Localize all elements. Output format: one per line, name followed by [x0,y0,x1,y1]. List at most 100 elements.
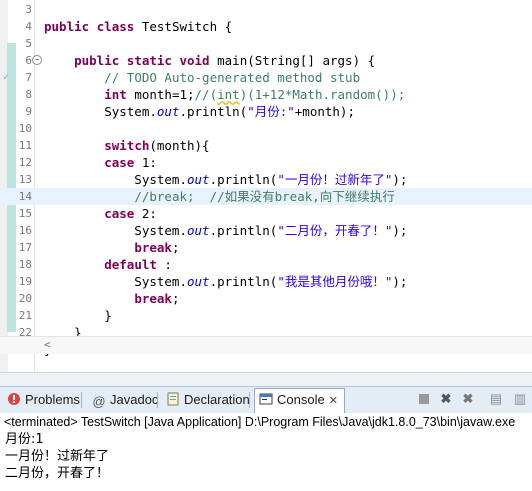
code-line[interactable]: 20 break; [0,290,532,307]
code-token: .println( [179,104,248,119]
remove-all-terminated-icon[interactable]: ✖ [460,391,476,407]
close-tab-icon[interactable]: ✕ [329,395,338,407]
code-text: public static void main(String[] args) { [44,52,375,69]
code-token: out [156,104,180,119]
code-token: out [187,223,210,238]
line-number: 11 [18,139,32,152]
code-token: //break; //如果没有break,向下继续执行 [134,189,395,204]
editor-panel-separator[interactable] [0,372,532,387]
show-console-icon[interactable]: ▥ [512,391,528,407]
code-token: 2: [134,206,157,221]
code-line[interactable]: 9 System.out.println("月份:"+month); [0,103,532,120]
code-token: (month){ [149,138,210,153]
code-token: ); [392,274,408,289]
code-line[interactable]: 6 public static void main(String[] args)… [0,52,532,69]
code-line[interactable]: 10 [0,120,532,137]
problems-icon [8,393,20,405]
tab-declaration[interactable]: Declaration [162,389,254,411]
code-line[interactable]: 16 System.out.println("二月份，开春了！"); [0,222,532,239]
code-token: TestSwitch { [134,19,233,34]
code-line[interactable]: 18 default : [0,256,532,273]
code-text: System.out.println("月份:"+month); [44,103,355,120]
code-line[interactable]: 12 case 1: [0,154,532,171]
code-line[interactable]: 4 public class TestSwitch { [0,18,532,35]
collapse-icon[interactable]: − [32,55,42,65]
horizontal-scrollbar[interactable]: < [0,336,532,354]
console-output-line: 月份:1 [5,432,44,447]
code-text: System.out.println("二月份，开春了！"); [44,222,407,239]
code-text: switch(month){ [44,137,210,154]
code-token: break [134,291,172,306]
line-number: 8 [25,88,32,101]
code-token: main(String[] args) { [209,53,376,68]
code-token: static [126,53,172,68]
code-token: case [104,155,135,170]
line-number: 6 [25,54,32,67]
scroll-left-icon[interactable]: < [44,338,51,351]
code-token: +month); [294,104,355,119]
code-token: switch [104,138,150,153]
code-text: //break; //如果没有break,向下继续执行 [44,188,395,205]
line-number: 19 [18,275,32,288]
code-token: default [104,257,157,272]
tab-problems[interactable]: Problems [3,389,84,411]
tab-console[interactable]: Console ✕ [254,388,345,414]
tab-declaration-label: Declaration [184,392,250,407]
task-marker-icon[interactable]: ✓ [3,69,9,86]
code-line[interactable]: 3 [0,1,532,18]
code-text: case 2: [44,205,157,222]
code-text: break; [44,239,179,256]
code-token: ); [392,223,408,238]
code-line[interactable]: 13 System.out.println("一月份！过新年了"); [0,171,532,188]
code-text: // TODO Auto-generated method stub [44,69,360,86]
code-token: .println( [209,172,278,187]
code-token: // TODO Auto-generated method stub [104,70,361,85]
code-line[interactable]: 11 switch(month){ [0,137,532,154]
console-output-line: 一月份！过新年了 [5,449,110,464]
line-number: 7 [25,71,32,84]
code-token: 1: [134,155,157,170]
code-line[interactable]: 5 [0,35,532,52]
tab-divider [81,392,82,408]
code-token: int [217,87,240,102]
code-line[interactable]: 17 break; [0,239,532,256]
code-token: )(1+12*Math.random()); [239,87,406,102]
javadoc-icon: @ [92,394,106,409]
code-text: System.out.println("一月份！过新年了"); [44,171,407,188]
tab-javadoc[interactable]: @ Javadoc [88,389,162,411]
scroll-lock-icon[interactable]: ▤ [488,391,504,407]
code-token: .println( [209,274,278,289]
code-token: out [187,274,210,289]
code-token: ); [392,172,408,187]
code-text: default : [44,256,172,273]
line-number: 3 [25,3,32,16]
code-text: public class TestSwitch { [44,18,232,35]
code-token: System. [44,274,187,289]
code-line[interactable]: 7 // TODO Auto-generated method stub ✓ [0,69,532,86]
terminate-icon[interactable] [416,391,432,407]
line-number: 10 [18,122,32,135]
code-token: "一月份！过新年了" [277,172,393,187]
code-line[interactable]: 15 case 2: [0,205,532,222]
code-token: "我是其他月份哦！" [277,274,393,289]
line-number: 15 [18,207,32,220]
code-line[interactable]: 8 int month=1;//(int)(1+12*Math.random()… [0,86,532,103]
code-token: break [134,240,172,255]
code-line[interactable]: 21 } [0,307,532,324]
code-token: "月份:" [247,104,295,119]
remove-launch-icon[interactable]: ✖ [438,391,454,407]
code-token: System. [44,104,157,119]
code-token: ; [171,291,180,306]
code-token: class [96,19,135,34]
console-output[interactable]: 月份:1 一月份！过新年了 二月份，开春了！ [0,431,532,491]
line-number: 20 [18,292,32,305]
console-output-line: 二月份，开春了！ [5,466,110,481]
code-editor[interactable]: 3 4 public class TestSwitch {5 6 public sta… [0,0,532,372]
code-line[interactable]: 19 System.out.println("我是其他月份哦！"); [0,273,532,290]
code-line[interactable]: 14 //break; //如果没有break,向下继续执行 [0,188,532,205]
code-token: System. [44,172,187,187]
